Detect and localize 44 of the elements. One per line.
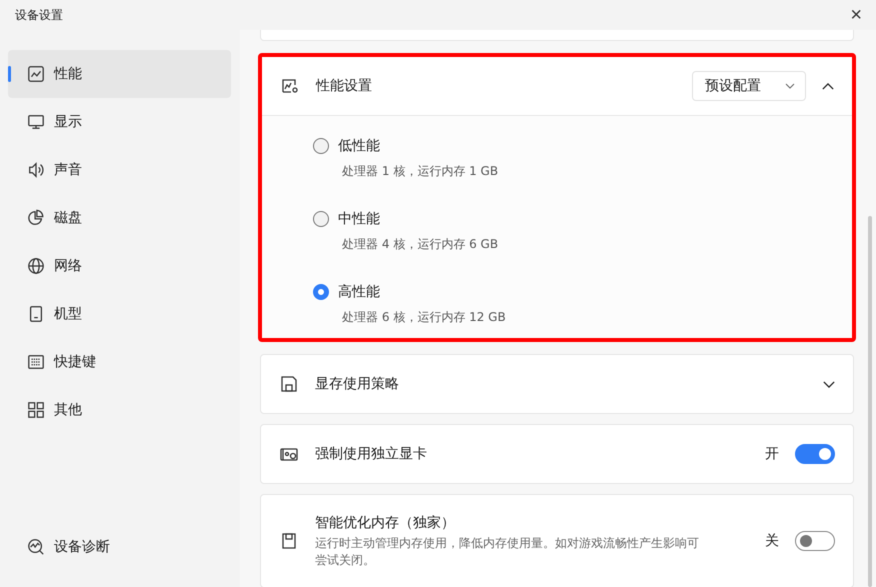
toggle-state-label: 关 — [765, 532, 779, 550]
expand-icon[interactable] — [823, 380, 835, 388]
sidebar-item[interactable]: 机型 — [8, 290, 231, 338]
toggle-switch[interactable] — [795, 531, 835, 551]
caret-icon — [785, 83, 795, 89]
preset-dropdown[interactable]: 预设配置 — [692, 71, 806, 101]
toggle-state-label: 开 — [765, 445, 779, 463]
sidebar-item[interactable]: 其他 — [8, 386, 231, 434]
radio-button[interactable] — [313, 211, 329, 227]
keyboard-icon — [27, 353, 45, 371]
close-button[interactable]: × — [846, 5, 866, 25]
window-title: 设备设置 — [15, 6, 63, 24]
chart-icon — [27, 65, 45, 83]
pie-chart-icon — [27, 209, 45, 227]
sidebar-item[interactable]: 声音 — [8, 146, 231, 194]
scrollbar-thumb[interactable] — [868, 216, 872, 587]
monitor-icon — [27, 113, 45, 131]
sidebar-item[interactable]: 性能 — [8, 50, 231, 98]
diagnostics-icon — [27, 538, 45, 556]
toggle-switch[interactable] — [795, 444, 835, 464]
card-title: 强制使用独立显卡 — [315, 445, 428, 463]
option-detail: 处理器 6 核，运行内存 12 GB — [342, 309, 507, 326]
card-title: 显存使用策略 — [315, 375, 400, 393]
card-description: 运行时主动管理内存使用，降低内存使用量。如对游戏流畅性产生影响可尝试关闭。 — [315, 534, 700, 568]
radio-button[interactable] — [313, 284, 329, 300]
card-title: 性能设置 — [316, 77, 373, 95]
sidebar-item[interactable]: 网络 — [8, 242, 231, 290]
diagnostics-link[interactable]: 设备诊断 — [8, 523, 231, 571]
option-label: 高性能 — [338, 283, 380, 301]
sidebar-item[interactable]: 显示 — [8, 98, 231, 146]
sidebar-item[interactable]: 磁盘 — [8, 194, 231, 242]
radio-button[interactable] — [313, 138, 329, 154]
card-title: 智能优化内存（独家） — [315, 514, 456, 532]
selection-indicator — [8, 66, 11, 82]
speaker-icon — [27, 161, 45, 179]
sidebar-item[interactable]: 快捷键 — [8, 338, 231, 386]
option-detail: 处理器 4 核，运行内存 6 GB — [342, 236, 500, 253]
option-label: 低性能 — [338, 137, 380, 155]
phone-icon — [27, 305, 45, 323]
globe-icon — [27, 257, 45, 275]
option-detail: 处理器 1 核，运行内存 1 GB — [342, 163, 500, 180]
grid-icon — [27, 401, 45, 419]
collapse-icon[interactable] — [822, 82, 834, 90]
option-label: 中性能 — [338, 210, 380, 228]
